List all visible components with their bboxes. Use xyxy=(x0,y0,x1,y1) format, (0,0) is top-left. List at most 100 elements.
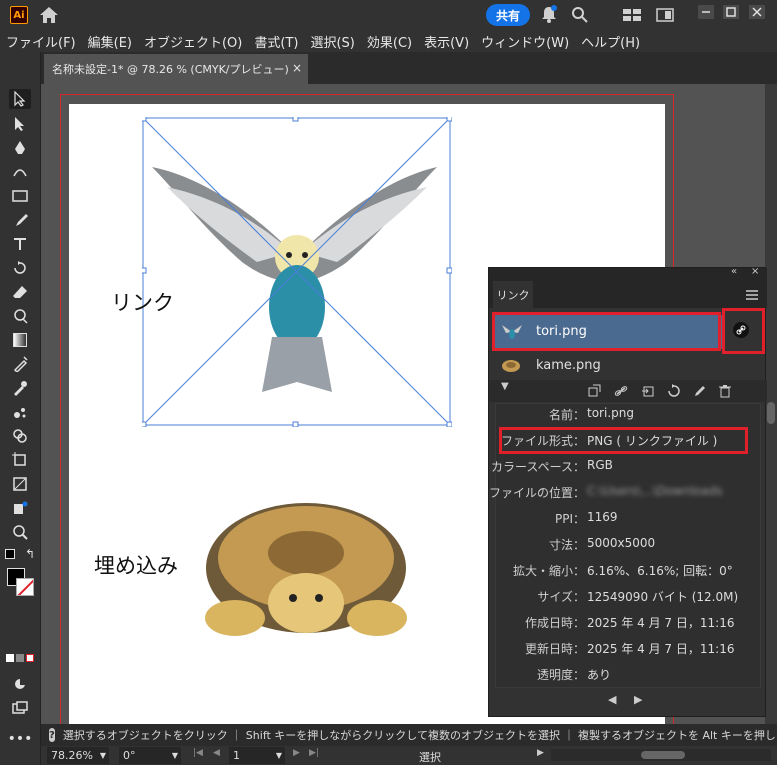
collapse-panel-icon[interactable]: « xyxy=(731,266,737,277)
hint-bar: ? 選択するオブジェクトをクリック ｜ Shift キーを押しながらクリックして… xyxy=(41,724,777,746)
minimize-icon[interactable] xyxy=(697,4,715,20)
symbol-sprayer-tool-icon[interactable] xyxy=(9,402,31,422)
direct-selection-tool-icon[interactable] xyxy=(9,114,31,134)
home-icon[interactable] xyxy=(39,6,59,24)
status-menu-icon[interactable]: ▶ xyxy=(537,748,544,758)
kame-thumbnail-icon xyxy=(502,360,520,372)
edit-original-icon[interactable] xyxy=(693,384,707,398)
info-row-size: サイズ： 12549090 バイト (12.0M) xyxy=(489,588,767,614)
bird-bounding-box[interactable] xyxy=(142,117,452,427)
shape-builder-tool-icon[interactable] xyxy=(9,426,31,446)
turtle-image[interactable] xyxy=(195,498,417,650)
bell-icon[interactable] xyxy=(541,5,557,23)
maximize-icon[interactable] xyxy=(722,4,740,20)
gradient-tool-icon[interactable] xyxy=(9,330,31,350)
trash-icon[interactable] xyxy=(718,384,732,398)
zoom-tool-icon[interactable] xyxy=(9,522,31,542)
previous-link-icon[interactable]: ◀ xyxy=(608,693,616,706)
artboard-number-field[interactable]: 1 ▼ xyxy=(229,747,285,764)
info-value: tori.png xyxy=(587,406,634,420)
rectangle-tool-icon[interactable] xyxy=(9,186,31,206)
menu-type[interactable]: 書式(T) xyxy=(254,32,298,51)
menu-edit[interactable]: 編集(E) xyxy=(88,32,132,51)
draw-mode-icon[interactable] xyxy=(9,674,31,694)
menu-view[interactable]: 表示(V) xyxy=(424,32,469,51)
next-link-icon[interactable]: ▶ xyxy=(634,693,642,706)
menu-file[interactable]: ファイル(F) xyxy=(6,32,76,51)
free-transform-tool-icon[interactable] xyxy=(9,474,31,494)
tools-panel: ↰ ••• xyxy=(0,52,41,765)
warp-tool-icon[interactable] xyxy=(9,306,31,326)
info-value: RGB xyxy=(587,458,613,472)
artboard-tool-icon[interactable] xyxy=(9,450,31,470)
menu-select[interactable]: 選択(S) xyxy=(310,32,354,51)
menu-object[interactable]: オブジェクト(O) xyxy=(144,32,242,51)
info-label: ファイルの位置： xyxy=(488,486,585,500)
info-label: 拡大・縮小： xyxy=(512,564,585,578)
eraser-tool-icon[interactable] xyxy=(9,282,31,302)
help-icon[interactable]: ? xyxy=(49,728,55,742)
pen-tool-icon[interactable] xyxy=(9,138,31,158)
panel-menu-icon[interactable] xyxy=(746,290,758,300)
close-tab-icon[interactable]: × xyxy=(292,61,302,75)
color-mode-icons[interactable] xyxy=(6,654,36,664)
relink-icon[interactable] xyxy=(614,384,628,398)
curvature-tool-icon[interactable] xyxy=(9,162,31,182)
selection-tool-icon[interactable] xyxy=(9,89,31,109)
toggle-info-icon[interactable]: ▼ xyxy=(501,381,509,392)
info-value: 12549090 バイト (12.0M) xyxy=(587,590,739,604)
close-window-icon[interactable] xyxy=(748,4,766,20)
close-panel-icon[interactable]: × xyxy=(751,266,759,277)
menu-bar: ファイル(F) 編集(E) オブジェクト(O) 書式(T) 選択(S) 効果(C… xyxy=(0,30,777,52)
info-value: 2025 年 4 月 7 日，11:16 xyxy=(587,616,735,630)
document-tab-bar: 名称未設定-1* @ 78.26 % (CMYK/プレビュー) × xyxy=(0,52,777,84)
default-colors-icon[interactable] xyxy=(5,549,15,559)
edit-toolbar-icon[interactable]: ••• xyxy=(8,729,33,749)
puppet-warp-tool-icon[interactable] xyxy=(9,498,31,518)
zoom-field[interactable]: 78.26% ▼ xyxy=(47,747,109,764)
update-link-icon[interactable] xyxy=(667,384,681,398)
canvas-label-embed[interactable]: 埋め込み xyxy=(94,550,178,580)
info-label: 名前： xyxy=(548,408,585,422)
rotation-field[interactable]: 0° ▼ xyxy=(119,747,181,764)
canvas-label-link[interactable]: リンク xyxy=(111,287,174,317)
horizontal-scrollbar[interactable] xyxy=(551,749,771,761)
chevron-down-icon: ▼ xyxy=(99,751,106,760)
eyedropper-tool-icon[interactable] xyxy=(9,378,31,398)
screen-mode-icon[interactable] xyxy=(9,698,31,718)
last-artboard-icon[interactable]: ▶| xyxy=(309,748,319,758)
hint-text: 選択するオブジェクトをクリック ｜ Shift キーを押しながらクリックして複数… xyxy=(62,729,777,742)
type-tool-icon[interactable] xyxy=(9,234,31,254)
info-label: PPI： xyxy=(554,512,585,526)
menu-effect[interactable]: 効果(C) xyxy=(367,32,412,51)
info-row-created: 作成日時： 2025 年 4 月 7 日，11:16 xyxy=(489,614,767,640)
next-artboard-icon[interactable]: ▶ xyxy=(293,748,300,758)
relink-cc-icon[interactable] xyxy=(587,384,601,398)
panel-action-bar: ▼ xyxy=(489,380,767,402)
previous-artboard-icon[interactable]: ◀ xyxy=(213,748,220,758)
go-to-link-icon[interactable] xyxy=(641,384,655,398)
stroke-swatch[interactable] xyxy=(16,578,34,596)
mesh-tool-icon[interactable] xyxy=(9,354,31,374)
menu-help[interactable]: ヘルプ(H) xyxy=(581,32,640,51)
links-tab[interactable]: リンク xyxy=(493,281,533,308)
rotate-tool-icon[interactable] xyxy=(9,258,31,278)
arrange-icon[interactable] xyxy=(656,8,674,22)
info-value: 2025 年 4 月 7 日，11:16 xyxy=(587,642,735,656)
info-value: 6.16%、6.16%; 回転：0° xyxy=(587,564,733,578)
menu-window[interactable]: ウィンドウ(W) xyxy=(481,32,569,51)
status-mode[interactable]: 選択 xyxy=(419,749,441,765)
swap-colors-icon[interactable]: ↰ xyxy=(25,547,35,561)
document-tab[interactable]: 名称未設定-1* @ 78.26 % (CMYK/プレビュー) × xyxy=(44,54,308,84)
link-item-kame[interactable]: kame.png xyxy=(492,352,765,380)
workspace-icon[interactable] xyxy=(622,8,642,22)
info-value: C:\Users\...\Downloads xyxy=(587,484,723,498)
links-panel: « × リンク tori.png kame.png ▼ 名前： tori.png … xyxy=(488,266,767,717)
first-artboard-icon[interactable]: |◀ xyxy=(193,748,203,758)
share-button[interactable]: 共有 xyxy=(486,4,530,26)
info-nav-bar: ◀ ▶ xyxy=(489,690,767,712)
status-bar: 78.26% ▼ 0° ▼ |◀ ◀ 1 ▼ ▶ ▶| 選択 ▶ xyxy=(41,746,777,765)
search-icon[interactable] xyxy=(571,6,589,24)
info-row-ppi: PPI： 1169 xyxy=(489,510,767,536)
brush-tool-icon[interactable] xyxy=(9,210,31,230)
